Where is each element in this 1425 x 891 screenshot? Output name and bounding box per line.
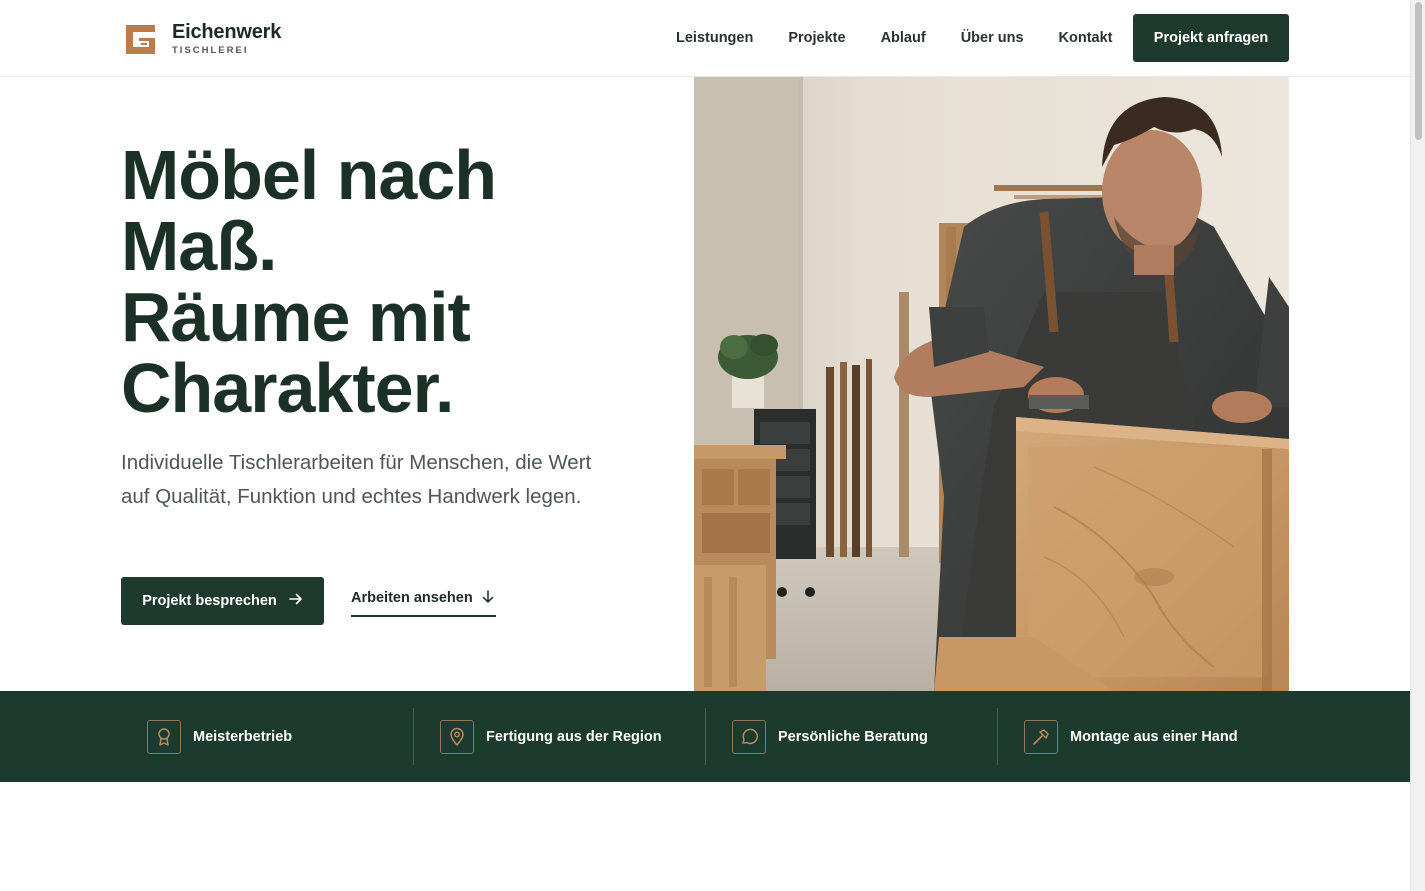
hero-subtitle: Individuelle Tischlerarbeiten für Mensch… xyxy=(121,451,592,508)
feature-montage: Montage aus einer Hand xyxy=(1024,691,1238,782)
projekt-anfragen-button[interactable]: Projekt anfragen xyxy=(1133,14,1289,62)
arrow-right-icon xyxy=(288,593,303,609)
brand-logo[interactable]: Eichenwerk TISCHLEREI xyxy=(126,22,281,56)
nav-item-leistungen[interactable]: Leistungen xyxy=(676,29,753,47)
feature-label: Persönliche Beratung xyxy=(778,728,928,745)
hero-title-line: Maß. xyxy=(121,207,277,285)
brand-name: Eichenwerk xyxy=(172,21,282,43)
projekt-besprechen-button[interactable]: Projekt besprechen xyxy=(121,577,324,625)
nav-item-ueber-uns[interactable]: Über uns xyxy=(961,29,1024,47)
feature-meisterbetrieb: Meisterbetrieb xyxy=(147,691,292,782)
map-pin-icon xyxy=(440,719,474,754)
site-header: Eichenwerk TISCHLEREI Leistungen Projekt… xyxy=(0,0,1410,77)
hammer-icon xyxy=(1024,719,1058,754)
nav-item-ablauf[interactable]: Ablauf xyxy=(881,29,926,47)
nav-item-projekte[interactable]: Projekte xyxy=(788,29,845,47)
feature-label: Fertigung aus der Region xyxy=(486,728,662,745)
hero-title-line: Möbel nach xyxy=(121,136,497,214)
feature-divider xyxy=(997,708,998,765)
hero-title-line: Charakter. xyxy=(121,349,454,427)
feature-divider xyxy=(413,708,414,765)
feature-divider xyxy=(705,708,706,765)
nav-item-kontakt[interactable]: Kontakt xyxy=(1059,29,1113,47)
chat-bubble-icon xyxy=(732,719,766,754)
award-icon xyxy=(147,719,181,754)
projekt-besprechen-label: Projekt besprechen xyxy=(142,593,277,609)
hero-title-line: Räume mit xyxy=(121,278,471,356)
feature-region: Fertigung aus der Region xyxy=(440,691,662,782)
feature-label: Montage aus einer Hand xyxy=(1070,728,1238,745)
hero-title: Möbel nach Maß. Räume mit Charakter. xyxy=(121,140,681,424)
feature-label: Meisterbetrieb xyxy=(193,728,293,745)
main-nav: Leistungen Projekte Ablauf Über uns Kont… xyxy=(676,29,1148,47)
arbeiten-ansehen-link[interactable]: Arbeiten ansehen xyxy=(351,590,496,617)
feature-beratung: Persönliche Beratung xyxy=(732,691,928,782)
features-bar: Meisterbetrieb Fertigung aus der Region … xyxy=(0,691,1410,782)
arrow-down-icon xyxy=(482,590,494,608)
square-bracket-logo-icon xyxy=(126,24,155,54)
scrollbar-thumb[interactable] xyxy=(1415,2,1422,140)
arbeiten-ansehen-label: Arbeiten ansehen xyxy=(351,590,473,606)
page-scrollbar[interactable] xyxy=(1410,0,1425,891)
brand-subtitle: TISCHLEREI xyxy=(172,45,249,56)
hero-workshop-image xyxy=(694,77,1289,691)
